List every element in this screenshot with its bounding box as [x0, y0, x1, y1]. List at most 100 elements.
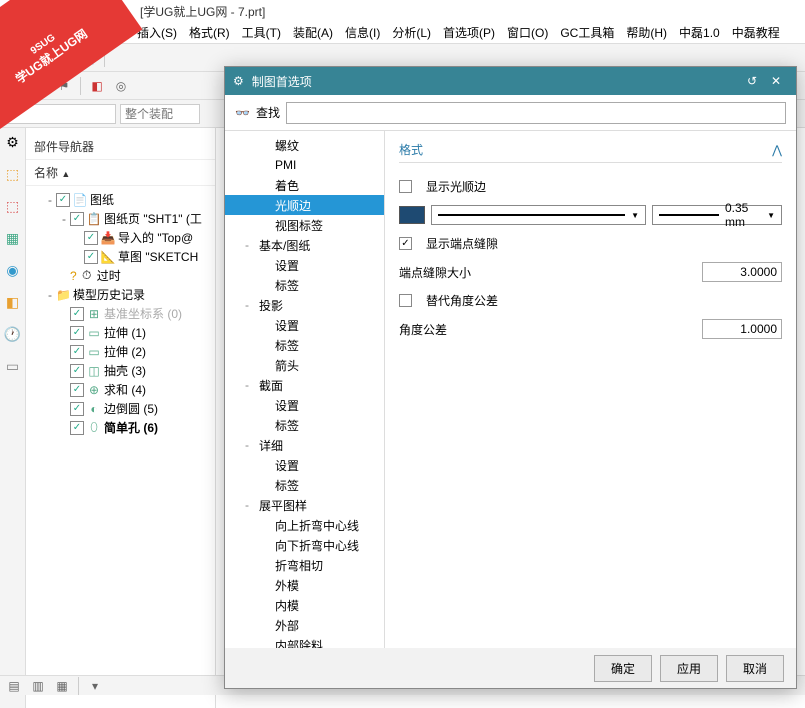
- dialog-titlebar: ⚙ 制图首选项 ↺ ✕: [225, 67, 796, 95]
- menu-item[interactable]: 装配(A): [288, 22, 338, 43]
- category-item[interactable]: 向上折弯中心线: [225, 515, 384, 535]
- show-endgap-label: 显示端点缝隙: [426, 235, 782, 252]
- category-item[interactable]: 外部: [225, 615, 384, 635]
- nav7-icon[interactable]: ▭: [3, 356, 23, 376]
- tree-row[interactable]: -📁模型历史记录: [28, 285, 213, 304]
- menu-item[interactable]: 首选项(P): [438, 22, 500, 43]
- target-icon[interactable]: ◎: [111, 76, 131, 96]
- cancel-button[interactable]: 取消: [726, 655, 784, 682]
- category-item[interactable]: -投影: [225, 295, 384, 315]
- tree-row[interactable]: ✓▭拉伸 (1): [28, 323, 213, 342]
- menu-item[interactable]: 分析(L): [387, 22, 436, 43]
- left-icon-strip: ⚙ ⬚ ⬚ ▦ ◉ ◧ 🕐 ▭: [0, 128, 26, 708]
- search-label: 查找: [256, 104, 280, 121]
- gear-icon: ⚙: [233, 74, 244, 88]
- nav1-icon[interactable]: ⬚: [3, 164, 23, 184]
- color-swatch[interactable]: [399, 206, 425, 224]
- navigator-title: 部件导航器: [26, 134, 215, 160]
- tree-row[interactable]: ✓⊕求和 (4): [28, 380, 213, 399]
- show-smooth-checkbox[interactable]: [399, 180, 412, 193]
- category-item[interactable]: -详细: [225, 435, 384, 455]
- search-bar: 👓 查找: [225, 95, 796, 131]
- tree-row[interactable]: -✓📋图纸页 "SHT1" (工: [28, 209, 213, 228]
- tree-row[interactable]: ✓◐边倒圆 (5): [28, 399, 213, 418]
- show-smooth-label: 显示光顺边: [426, 178, 782, 195]
- nav6-icon[interactable]: 🕐: [3, 324, 23, 344]
- nav4-icon[interactable]: ◉: [3, 260, 23, 280]
- menu-item[interactable]: 中磊1.0: [674, 22, 725, 43]
- endgap-size-label: 端点缝隙大小: [399, 264, 694, 281]
- reset-icon[interactable]: ↺: [740, 74, 764, 88]
- category-item[interactable]: 标签: [225, 415, 384, 435]
- gear-icon[interactable]: ⚙: [3, 132, 23, 152]
- menu-item[interactable]: 格式(R): [184, 22, 235, 43]
- category-item[interactable]: 着色: [225, 175, 384, 195]
- category-tree: 螺纹PMI着色光顺边视图标签-基本/图纸设置标签-投影设置标签箭头-截面设置标签…: [225, 131, 385, 648]
- category-item[interactable]: -基本/图纸: [225, 235, 384, 255]
- category-item[interactable]: 向下折弯中心线: [225, 535, 384, 555]
- category-item[interactable]: PMI: [225, 155, 384, 175]
- category-item[interactable]: 设置: [225, 395, 384, 415]
- menu-item[interactable]: 工具(T): [237, 22, 286, 43]
- status-dd[interactable]: ▾: [85, 678, 105, 694]
- tolerance-input[interactable]: [702, 319, 782, 339]
- category-item[interactable]: 内部除料: [225, 635, 384, 648]
- nav2-icon[interactable]: ⬚: [3, 196, 23, 216]
- tree-row[interactable]: ✓📐草图 "SKETCH: [28, 247, 213, 266]
- menu-item[interactable]: 帮助(H): [621, 22, 672, 43]
- settings-form: 格式 ⋀ 显示光顺边 ▼ 0.35 mm ▼ ✓ 显示端: [385, 131, 796, 648]
- tree-view: -✓📄图纸-✓📋图纸页 "SHT1" (工✓📥导入的 "Top@✓📐草图 "SK…: [26, 186, 215, 708]
- category-item[interactable]: 内模: [225, 595, 384, 615]
- tree-row[interactable]: ✓⬯简单孔 (6): [28, 418, 213, 437]
- apply-button[interactable]: 应用: [660, 655, 718, 682]
- tree-row[interactable]: ✓⊞基准坐标系 (0): [28, 304, 213, 323]
- linewidth-dropdown[interactable]: 0.35 mm ▼: [652, 205, 782, 225]
- menu-item[interactable]: 信息(I): [340, 22, 385, 43]
- tree-row[interactable]: -✓📄图纸: [28, 190, 213, 209]
- tree-row[interactable]: ✓▭拉伸 (2): [28, 342, 213, 361]
- close-icon[interactable]: ✕: [764, 74, 788, 88]
- red-icon[interactable]: ◧: [87, 76, 107, 96]
- category-item[interactable]: 设置: [225, 255, 384, 275]
- category-item[interactable]: 标签: [225, 475, 384, 495]
- category-item[interactable]: 箭头: [225, 355, 384, 375]
- format-section-header[interactable]: 格式 ⋀: [399, 141, 782, 163]
- override-label: 替代角度公差: [426, 292, 782, 309]
- tree-row[interactable]: ✓◫抽壳 (3): [28, 361, 213, 380]
- menu-item[interactable]: 中磊教程: [727, 22, 785, 43]
- nav5-icon[interactable]: ◧: [3, 292, 23, 312]
- override-checkbox[interactable]: [399, 294, 412, 307]
- category-item[interactable]: -截面: [225, 375, 384, 395]
- status-icon-1[interactable]: ▤: [4, 678, 24, 694]
- status-icon-3[interactable]: ▦: [52, 678, 72, 694]
- column-header[interactable]: 名称 ▲: [26, 160, 215, 186]
- tree-row[interactable]: ✓📥导入的 "Top@: [28, 228, 213, 247]
- preferences-dialog: ⚙ 制图首选项 ↺ ✕ 👓 查找 螺纹PMI着色光顺边视图标签-基本/图纸设置标…: [224, 66, 797, 689]
- category-item[interactable]: 螺纹: [225, 135, 384, 155]
- ok-button[interactable]: 确定: [594, 655, 652, 682]
- dialog-footer: 确定 应用 取消: [225, 648, 796, 688]
- search-input[interactable]: [286, 102, 786, 124]
- endgap-input[interactable]: [702, 262, 782, 282]
- category-item[interactable]: -展平图样: [225, 495, 384, 515]
- category-item[interactable]: 设置: [225, 315, 384, 335]
- part-navigator: 部件导航器 名称 ▲ -✓📄图纸-✓📋图纸页 "SHT1" (工✓📥导入的 "T…: [26, 128, 216, 708]
- status-icon-2[interactable]: ▥: [28, 678, 48, 694]
- linetype-dropdown[interactable]: ▼: [431, 205, 646, 225]
- category-item[interactable]: 外模: [225, 575, 384, 595]
- category-item[interactable]: 视图标签: [225, 215, 384, 235]
- assembly-input[interactable]: [120, 104, 200, 124]
- window-title: [学UG就上UG网 - 7.prt]: [140, 3, 265, 20]
- tolerance-label: 角度公差: [399, 321, 694, 338]
- show-endgap-checkbox[interactable]: ✓: [399, 237, 412, 250]
- nav3-icon[interactable]: ▦: [3, 228, 23, 248]
- category-item[interactable]: 设置: [225, 455, 384, 475]
- category-item[interactable]: 标签: [225, 335, 384, 355]
- menu-item[interactable]: 窗口(O): [502, 22, 553, 43]
- category-item[interactable]: 光顺边: [225, 195, 384, 215]
- collapse-icon[interactable]: ⋀: [772, 143, 782, 157]
- category-item[interactable]: 标签: [225, 275, 384, 295]
- menu-item[interactable]: GC工具箱: [555, 22, 619, 43]
- tree-row[interactable]: ?⏱过时: [28, 266, 213, 285]
- category-item[interactable]: 折弯相切: [225, 555, 384, 575]
